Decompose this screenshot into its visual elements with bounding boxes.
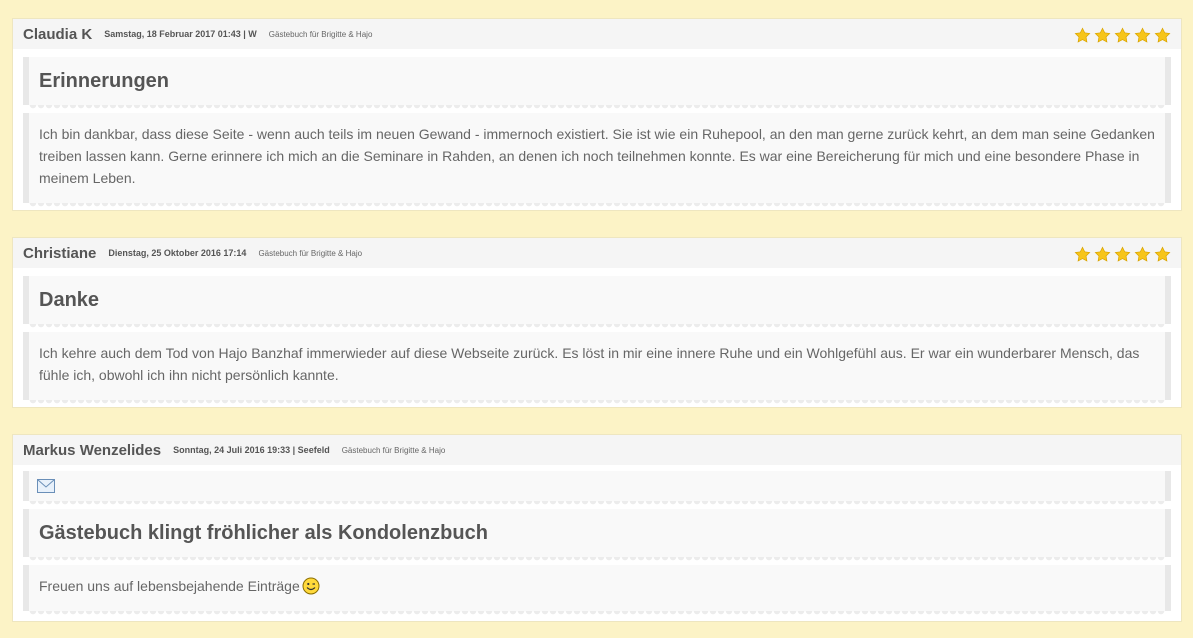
entry-body-panel: Freuen uns auf lebensbejahende Einträge <box>23 565 1171 615</box>
star-icon <box>1154 246 1171 262</box>
entry-body-panel: Ich kehre auch dem Tod von Hajo Banzhaf … <box>23 332 1171 404</box>
guestbook-entry: Markus Wenzelides Sonntag, 24 Juli 2016 … <box>12 434 1182 622</box>
entry-body-panel: Ich bin dankbar, dass diese Seite - wenn… <box>23 113 1171 207</box>
author-name: Christiane <box>23 244 97 262</box>
entry-date: Dienstag, 25 Oktober 2016 17:14 <box>108 248 247 258</box>
guestbook-name: Gästebuch für Brigitte & Hajo <box>258 248 363 258</box>
entry-title-panel: Danke <box>23 276 1171 328</box>
smiley-icon <box>302 577 320 595</box>
entry-contact-panel <box>23 471 1171 505</box>
guestbook-name: Gästebuch für Brigitte & Hajo <box>341 445 446 455</box>
entry-title-panel: Erinnerungen <box>23 57 1171 109</box>
star-icon <box>1114 246 1131 262</box>
guestbook-entry: Christiane Dienstag, 25 Oktober 2016 17:… <box>12 237 1182 408</box>
entry-date: Sonntag, 24 Juli 2016 19:33 | Seefeld <box>173 445 330 455</box>
entry-body: Ich kehre auch dem Tod von Hajo Banzhaf … <box>39 345 1140 383</box>
author-name: Markus Wenzelides <box>23 441 162 459</box>
rating-stars <box>1074 27 1171 44</box>
rating-stars <box>1074 246 1171 263</box>
star-icon <box>1094 27 1111 43</box>
entry-title-panel: Gästebuch klingt fröhlicher als Kondolen… <box>23 509 1171 561</box>
star-icon <box>1094 246 1111 262</box>
star-icon <box>1114 27 1131 43</box>
star-icon <box>1134 246 1151 262</box>
entry-title: Gästebuch klingt fröhlicher als Kondolen… <box>39 521 488 544</box>
guestbook-entry: Claudia K Samstag, 18 Februar 2017 01:43… <box>12 18 1182 211</box>
star-icon <box>1134 27 1151 43</box>
entry-date: Samstag, 18 Februar 2017 01:43 | W <box>104 29 257 39</box>
guestbook-name: Gästebuch für Brigitte & Hajo <box>268 29 373 39</box>
entry-header: Claudia K Samstag, 18 Februar 2017 01:43… <box>13 19 1181 49</box>
entry-header: Christiane Dienstag, 25 Oktober 2016 17:… <box>13 238 1181 268</box>
author-name: Claudia K <box>23 25 93 43</box>
mail-icon[interactable] <box>37 479 55 493</box>
entry-body: Freuen uns auf lebensbejahende Einträge <box>39 578 300 594</box>
entry-body: Ich bin dankbar, dass diese Seite - wenn… <box>39 126 1155 186</box>
entry-title: Danke <box>39 288 100 311</box>
star-icon <box>1074 27 1091 43</box>
star-icon <box>1074 246 1091 262</box>
entry-header: Markus Wenzelides Sonntag, 24 Juli 2016 … <box>13 435 1181 465</box>
entry-title: Erinnerungen <box>39 69 170 92</box>
star-icon <box>1154 27 1171 43</box>
